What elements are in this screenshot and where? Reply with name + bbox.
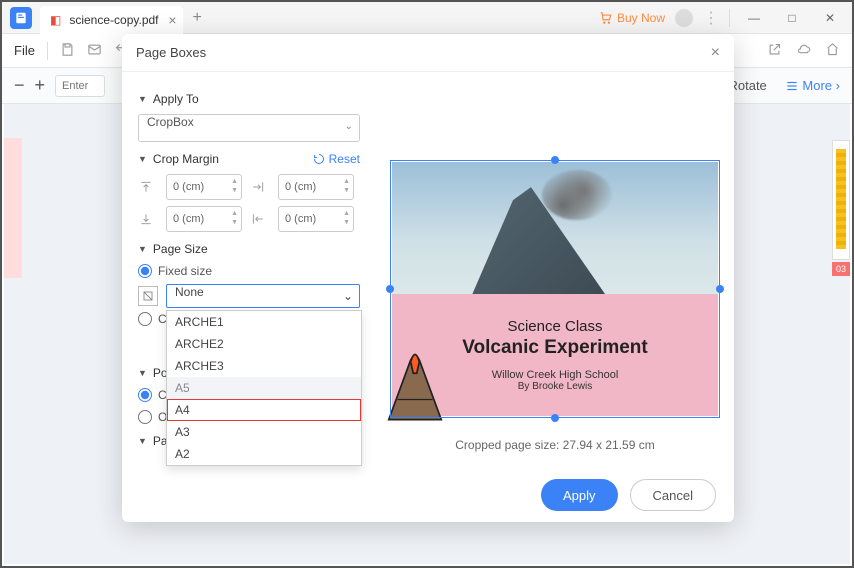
margin-top-input[interactable]: 0 (cm)▲▼ (166, 174, 242, 200)
close-button[interactable]: ✕ (816, 4, 844, 32)
reset-button[interactable]: Reset (313, 152, 360, 166)
dropdown-option[interactable]: ARCHE1 (167, 311, 361, 333)
page-boxes-dialog: Page Boxes × ▼Apply To CropBox⌄ ▼ Crop M… (122, 34, 734, 522)
preview-box[interactable]: Science Class Volcanic Experiment Willow… (390, 160, 720, 418)
cloud-icon[interactable] (796, 42, 811, 60)
app-logo (10, 7, 32, 29)
margin-top-icon (138, 179, 154, 195)
fixed-size-dropdown: ARCHE1 ARCHE2 ARCHE3 A5 A4 A3 A2 A1 (166, 310, 362, 466)
margin-right-icon (250, 179, 266, 195)
dropdown-option[interactable]: A1 (167, 465, 361, 466)
title-bar: ◧ science-copy.pdf × + Buy Now ⋮ — □ ✕ (2, 2, 852, 34)
crop-margin-label: Crop Margin (153, 152, 219, 166)
home-icon[interactable] (825, 42, 840, 60)
settings-panel: ▼Apply To CropBox⌄ ▼ Crop Margin Reset 0… (122, 72, 376, 468)
tab-close-icon[interactable]: × (168, 12, 176, 28)
margin-bottom-icon (138, 211, 154, 227)
apply-to-select[interactable]: CropBox⌄ (138, 114, 360, 142)
page-input[interactable] (55, 75, 105, 97)
more-button[interactable]: More › (785, 78, 840, 94)
fixed-size-select[interactable]: None⌄ (166, 284, 360, 308)
page-number-badge: 03 (832, 262, 850, 276)
page-peek-right (832, 140, 850, 260)
page-orient-icon[interactable] (138, 286, 158, 306)
dropdown-option[interactable]: A3 (167, 421, 361, 443)
cropped-size-info: Cropped page size: 27.94 x 21.59 cm (390, 438, 720, 452)
fixed-size-radio[interactable]: Fixed size (138, 264, 360, 278)
crop-handle-bottom[interactable] (551, 414, 559, 422)
dialog-title: Page Boxes (136, 45, 206, 60)
cancel-button[interactable]: Cancel (630, 479, 716, 511)
dialog-close-button[interactable]: × (711, 44, 720, 62)
margin-bottom-input[interactable]: 0 (cm)▲▼ (166, 206, 242, 232)
zoom-out-button[interactable]: − (14, 75, 25, 96)
crop-handle-left[interactable] (386, 285, 394, 293)
menu-dots-icon[interactable]: ⋮ (703, 8, 719, 28)
external-icon[interactable] (767, 42, 782, 60)
margin-left-input[interactable]: 0 (cm)▲▼ (278, 206, 354, 232)
dropdown-option[interactable]: A2 (167, 443, 361, 465)
page-size-label: Page Size (153, 242, 208, 256)
preview-panel: Science Class Volcanic Experiment Willow… (376, 72, 734, 468)
apply-to-label: Apply To (153, 92, 199, 106)
tab-label: science-copy.pdf (69, 13, 158, 27)
apply-button[interactable]: Apply (541, 479, 618, 511)
page-peek-left (4, 138, 22, 278)
buy-now-link[interactable]: Buy Now (599, 11, 665, 25)
dropdown-option[interactable]: ARCHE2 (167, 333, 361, 355)
user-avatar[interactable] (675, 9, 693, 27)
file-menu[interactable]: File (14, 43, 35, 58)
document-tab[interactable]: ◧ science-copy.pdf × (40, 6, 183, 34)
pdf-icon: ◧ (50, 13, 61, 27)
crop-handle-right[interactable] (716, 285, 724, 293)
dropdown-option-highlighted[interactable]: A4 (167, 399, 361, 421)
margin-right-input[interactable]: 0 (cm)▲▼ (278, 174, 354, 200)
margin-left-icon (250, 211, 266, 227)
minimize-button[interactable]: — (740, 4, 768, 32)
zoom-in-button[interactable]: + (35, 75, 46, 96)
mail-icon[interactable] (87, 42, 102, 60)
new-tab-button[interactable]: + (193, 9, 202, 27)
maximize-button[interactable]: □ (778, 4, 806, 32)
save-icon[interactable] (60, 42, 75, 60)
crop-handle-top[interactable] (551, 156, 559, 164)
dropdown-option[interactable]: ARCHE3 (167, 355, 361, 377)
dropdown-option[interactable]: A5 (167, 377, 361, 399)
